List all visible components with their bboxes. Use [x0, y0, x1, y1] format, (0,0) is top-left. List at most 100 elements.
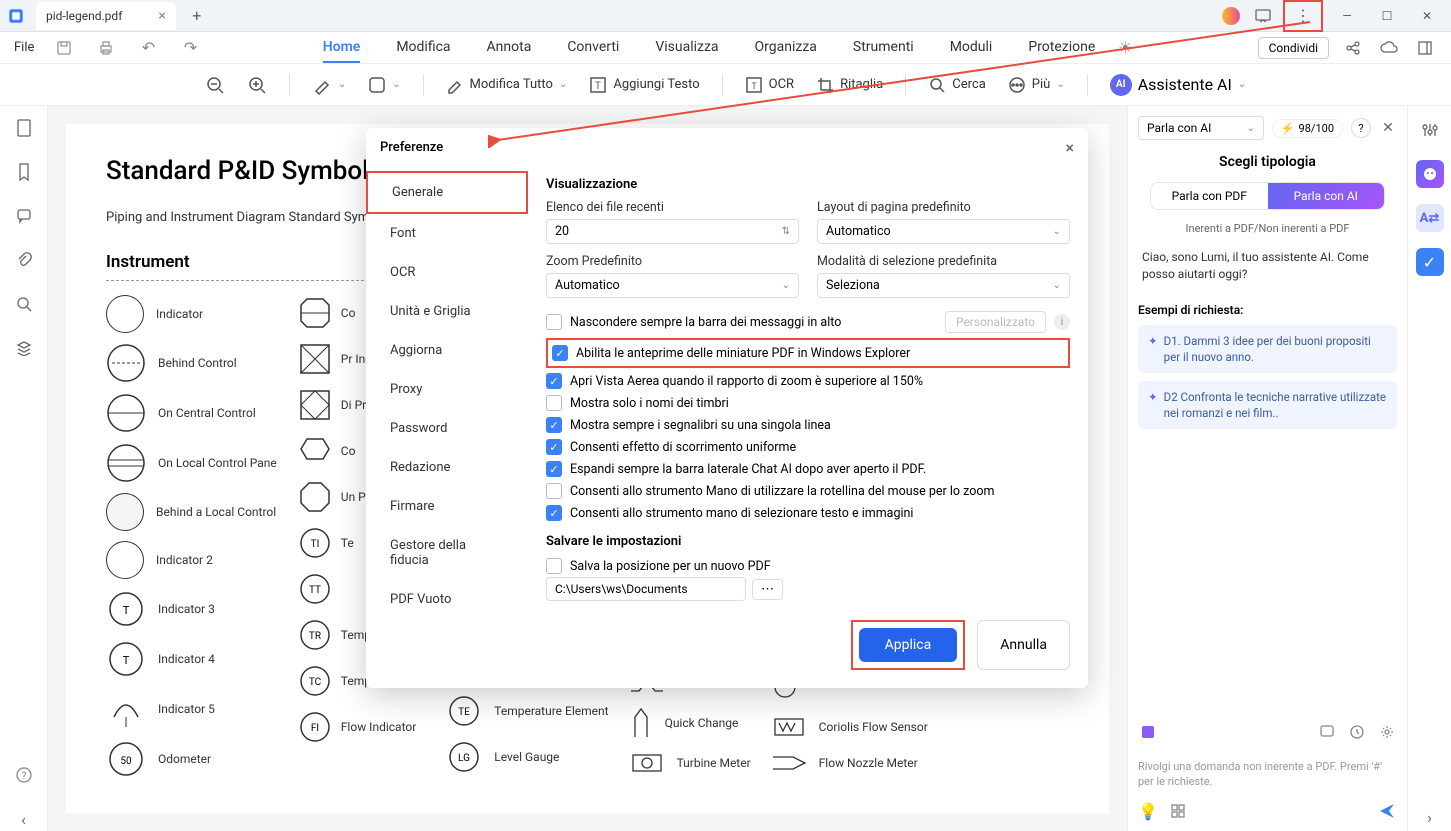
- tab-annota[interactable]: Annota: [487, 33, 532, 63]
- kebab-menu-icon[interactable]: ⋮: [1291, 4, 1315, 28]
- svg-text:TC: TC: [309, 677, 322, 688]
- save-icon[interactable]: [52, 36, 76, 60]
- nav-password[interactable]: Password: [366, 409, 528, 448]
- undo-icon[interactable]: ↶: [136, 36, 160, 60]
- minimize-button[interactable]: —: [1331, 2, 1363, 30]
- share-link-icon[interactable]: [1341, 36, 1365, 60]
- example-2[interactable]: ✦D2 Confronta le tecniche narrative util…: [1138, 381, 1397, 429]
- grid-icon[interactable]: [1168, 801, 1188, 821]
- search-rail-icon[interactable]: [12, 292, 36, 316]
- maximize-button[interactable]: ☐: [1371, 2, 1403, 30]
- document-tab[interactable]: pid-legend.pdf ×: [36, 2, 176, 30]
- cloud-icon[interactable]: [1377, 36, 1401, 60]
- nav-pdfvuoto[interactable]: PDF Vuoto: [366, 580, 528, 608]
- selmode-select[interactable]: Seleziona⌄: [817, 273, 1070, 298]
- check-hand-select[interactable]: [546, 505, 562, 521]
- close-window-button[interactable]: ✕: [1411, 2, 1443, 30]
- tab-protezione[interactable]: Protezione: [1028, 33, 1095, 63]
- layout-select[interactable]: Automatico⌄: [817, 219, 1070, 244]
- check-hide-msgbar[interactable]: [546, 314, 562, 330]
- toggle-ai[interactable]: Parla con AI: [1268, 183, 1385, 209]
- tab-organizza[interactable]: Organizza: [755, 33, 817, 63]
- panel-icon[interactable]: [1413, 36, 1437, 60]
- collapse-rail-icon[interactable]: ‹: [12, 807, 36, 831]
- check-chat-sidebar[interactable]: [546, 461, 562, 477]
- highlight-tool[interactable]: ⌄: [312, 75, 346, 95]
- add-text-button[interactable]: TAggiungi Testo: [589, 76, 699, 94]
- help-button[interactable]: ?: [1351, 118, 1371, 138]
- chatbot-icon[interactable]: [1416, 160, 1444, 188]
- zoom-out-button[interactable]: [205, 75, 225, 95]
- shape-tool[interactable]: ⌄: [368, 76, 400, 94]
- print-icon[interactable]: [94, 36, 118, 60]
- toggle-pdf[interactable]: Parla con PDF: [1151, 183, 1268, 209]
- tab-moduli[interactable]: Moduli: [950, 33, 993, 63]
- ai-mode-select[interactable]: Parla con AI⌄: [1138, 116, 1264, 140]
- example-1[interactable]: ✦D1. Dammi 3 idee per dei buoni proposit…: [1138, 325, 1397, 373]
- share-button[interactable]: Condividi: [1258, 37, 1329, 59]
- search-button[interactable]: Cerca: [928, 76, 986, 94]
- attachments-icon[interactable]: [12, 248, 36, 272]
- help-icon[interactable]: ?: [12, 763, 36, 787]
- tab-converti[interactable]: Converti: [567, 33, 619, 63]
- redo-icon[interactable]: ↷: [178, 36, 202, 60]
- bookmarks-icon[interactable]: [12, 160, 36, 184]
- edit-all-button[interactable]: Modifica Tutto⌄: [446, 76, 568, 94]
- tab-home[interactable]: Home: [323, 33, 361, 63]
- close-panel-icon[interactable]: ✕: [1379, 119, 1397, 137]
- layers-icon[interactable]: [12, 336, 36, 360]
- browse-button[interactable]: ⋯: [752, 579, 783, 600]
- send-icon[interactable]: [1377, 801, 1397, 821]
- check-thumb-preview[interactable]: [552, 345, 568, 361]
- nav-redazione[interactable]: Redazione: [366, 448, 528, 487]
- tab-modifica[interactable]: Modifica: [396, 33, 450, 63]
- nav-ocr[interactable]: OCR: [366, 253, 528, 292]
- feedback-icon[interactable]: [1251, 4, 1275, 28]
- dialog-close-icon[interactable]: ×: [1065, 138, 1074, 157]
- check-aerial[interactable]: [546, 373, 562, 389]
- check-icon[interactable]: ✓: [1416, 248, 1444, 276]
- zoom-in-button[interactable]: [247, 75, 267, 95]
- nav-generale[interactable]: Generale: [366, 171, 528, 214]
- properties-icon[interactable]: [1416, 116, 1444, 144]
- cancel-button[interactable]: Annulla: [977, 620, 1070, 670]
- check-bookmarks[interactable]: [546, 417, 562, 433]
- ocr-button[interactable]: TOCR: [745, 76, 794, 94]
- comments-icon[interactable]: [12, 204, 36, 228]
- history-icon[interactable]: [1347, 722, 1367, 742]
- expand-rail-icon[interactable]: ›: [1416, 803, 1444, 831]
- tab-visualizza[interactable]: Visualizza: [655, 33, 718, 63]
- tab-strumenti[interactable]: Strumenti: [853, 33, 914, 63]
- save-path-input[interactable]: C:\Users\ws\Documents: [546, 577, 746, 601]
- lightbulb-icon[interactable]: 💡: [1138, 801, 1158, 821]
- nav-font[interactable]: Font: [366, 214, 528, 253]
- nav-unita[interactable]: Unità e Griglia: [366, 292, 528, 331]
- check-save-pos[interactable]: [546, 558, 562, 574]
- recent-files-input[interactable]: 20⇅: [546, 219, 799, 244]
- thumbnails-icon[interactable]: [12, 116, 36, 140]
- user-avatar-icon[interactable]: [1219, 4, 1243, 28]
- response-icon[interactable]: [1317, 722, 1337, 742]
- svg-text:TI: TI: [310, 539, 319, 550]
- check-hand-zoom[interactable]: [546, 483, 562, 499]
- nav-proxy[interactable]: Proxy: [366, 370, 528, 409]
- translate-icon[interactable]: A⇄: [1416, 204, 1444, 232]
- theme-icon[interactable]: ☀: [1113, 36, 1137, 60]
- more-button[interactable]: Più⌄: [1008, 76, 1065, 94]
- nav-firmare[interactable]: Firmare: [366, 487, 528, 526]
- file-menu[interactable]: File: [14, 40, 34, 55]
- settings-gear-icon[interactable]: [1377, 722, 1397, 742]
- crop-button[interactable]: Ritaglia: [816, 76, 883, 94]
- new-tab-button[interactable]: +: [184, 3, 210, 29]
- close-tab-icon[interactable]: ×: [158, 8, 165, 24]
- apply-button[interactable]: Applica: [859, 628, 958, 662]
- nav-aggiorna[interactable]: Aggiorna: [366, 331, 528, 370]
- check-stamps[interactable]: [546, 395, 562, 411]
- check-smooth[interactable]: [546, 439, 562, 455]
- nav-gestore[interactable]: Gestore della fiducia: [366, 526, 528, 580]
- svg-text:?: ?: [21, 771, 26, 782]
- attachment-icon[interactable]: [1138, 722, 1158, 742]
- info-icon[interactable]: i: [1054, 314, 1070, 330]
- zoom-select[interactable]: Automatico⌄: [546, 273, 799, 298]
- ai-assistant-button[interactable]: AI Assistente AI⌄: [1110, 74, 1247, 96]
